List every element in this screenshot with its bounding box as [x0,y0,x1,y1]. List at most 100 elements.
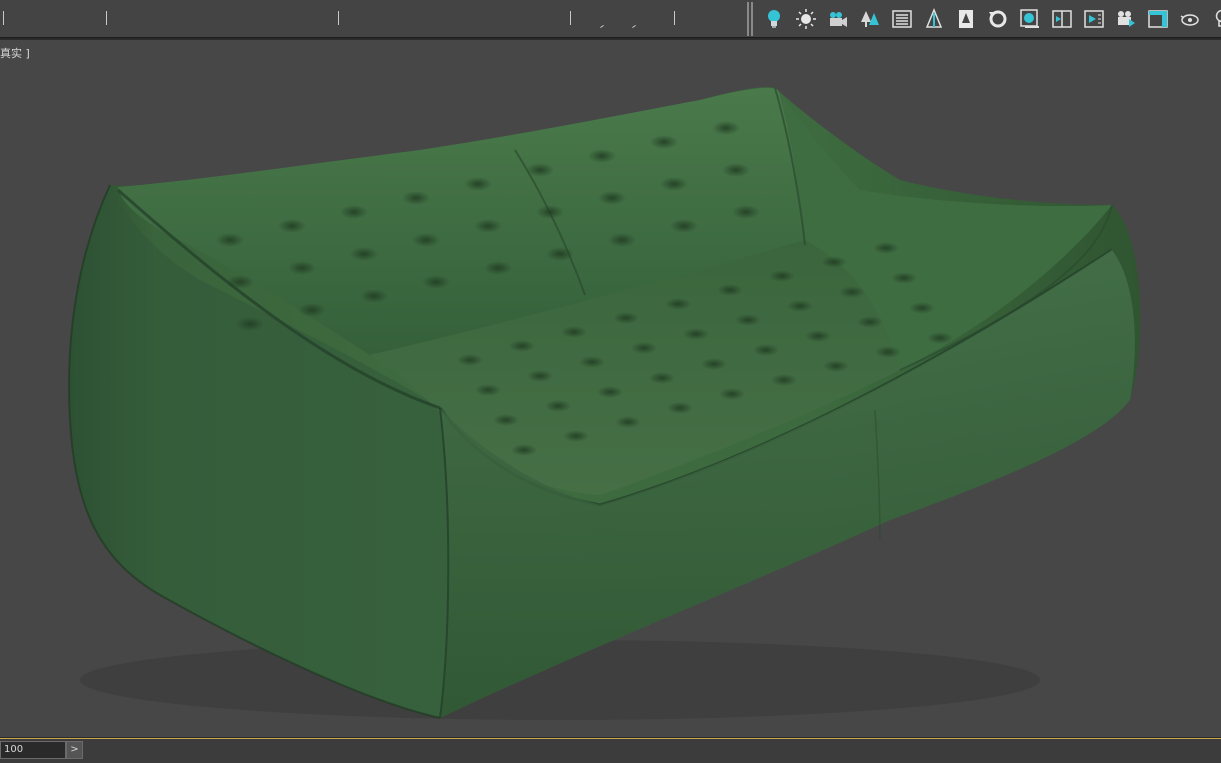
rotate-button[interactable] [982,3,1014,35]
sofa-model[interactable] [0,40,1221,737]
frame-counter-input[interactable]: 100 [0,741,66,759]
ruler-mark [600,24,604,29]
tuft-dimple [717,284,743,296]
tuft-dimple [509,340,535,352]
tuft-dimple [631,342,657,354]
tuft-dimple [683,328,709,340]
tuft-dimple [464,177,492,191]
tuft-dimple [493,414,519,426]
bulb-outline-button[interactable] [1206,3,1221,35]
bulb-outline-icon [1215,9,1221,27]
tuft-dimple [805,330,831,342]
tuft-dimple [236,317,264,331]
tuft-dimple [665,298,691,310]
tuft-dimple [873,242,899,254]
render-frame-icon [1052,10,1072,28]
tuft-dimple [670,219,698,233]
tuft-dimple [360,289,388,303]
list-panel-icon [892,10,912,28]
tuft-dimple [722,163,750,177]
tuft-dimple [821,256,847,268]
camera-icon [830,12,847,27]
pine-tree-button[interactable] [918,3,950,35]
ruler-tick [570,11,571,25]
rotate-icon [989,10,1007,28]
tuft-dimple [588,149,616,163]
material-editor-icon [1020,9,1039,28]
tuft-dimple [561,326,587,338]
toolbar-separator [747,2,749,36]
tuft-dimple [402,191,430,205]
tuft-dimple [891,272,917,284]
render-production-icon [1118,11,1135,27]
pine-tree-icon [925,8,943,28]
tuft-dimple [701,358,727,370]
tuft-dimple [769,270,795,282]
tuft-dimple [545,400,571,412]
material-editor-button[interactable] [1014,3,1046,35]
tuft-dimple [526,163,554,177]
time-ruler[interactable] [0,0,745,38]
tuft-dimple [288,261,316,275]
viewport-window-icon [1148,10,1168,28]
render-tools [758,0,1221,38]
list-panel-button[interactable] [886,3,918,35]
tuft-dimple [649,372,675,384]
ruler-tick [338,11,339,25]
tuft-dimple [719,388,745,400]
render-production-button[interactable] [1110,3,1142,35]
tuft-dimple [597,386,623,398]
tuft-dimple [474,219,502,233]
render-frame-button[interactable] [1046,3,1078,35]
eye-teapot-icon [1180,14,1199,26]
tuft-dimple [422,275,450,289]
tuft-dimple [350,247,378,261]
tuft-dimple [546,247,574,261]
tuft-dimple [732,205,760,219]
lightbulb-button[interactable] [758,3,790,35]
trees-icon [861,11,879,27]
main-toolbar [0,0,1221,38]
tuft-dimple [787,300,813,312]
camera-button[interactable] [822,3,854,35]
tuft-dimple [712,121,740,135]
tuft-dimple [475,384,501,396]
tuft-dimple [771,374,797,386]
tuft-dimple [511,444,537,456]
tuft-dimple [608,233,636,247]
viewport-window-button[interactable] [1142,3,1174,35]
tuft-dimple [650,135,678,149]
tuft-dimple [735,314,761,326]
tuft-dimple [484,261,512,275]
next-frame-button[interactable]: > [66,741,83,759]
trees-button[interactable] [854,3,886,35]
tuft-dimple [563,430,589,442]
render-setup-icon [1084,10,1104,28]
tuft-dimple [909,302,935,314]
tuft-dimple [615,416,641,428]
ruler-tick [674,11,675,25]
tuft-dimple [927,332,953,344]
sun-light-icon [796,9,816,29]
tuft-dimple [527,370,553,382]
toolbar-separator [751,2,753,36]
render-setup-button[interactable] [1078,3,1110,35]
sun-light-button[interactable] [790,3,822,35]
perspective-viewport[interactable]: 真实 ] [0,40,1221,737]
tuft-dimple [579,356,605,368]
document-tree-icon [959,10,973,28]
tuft-dimple [857,316,883,328]
ruler-tick [3,11,4,25]
ruler-tick [106,11,107,25]
tuft-dimple [598,191,626,205]
eye-teapot-button[interactable] [1174,3,1206,35]
tuft-dimple [875,346,901,358]
ruler-mark [632,24,636,29]
tuft-dimple [839,286,865,298]
tuft-dimple [340,205,368,219]
tuft-dimple [216,233,244,247]
tuft-dimple [412,233,440,247]
tuft-dimple [667,402,693,414]
document-tree-button[interactable] [950,3,982,35]
tuft-dimple [536,205,564,219]
